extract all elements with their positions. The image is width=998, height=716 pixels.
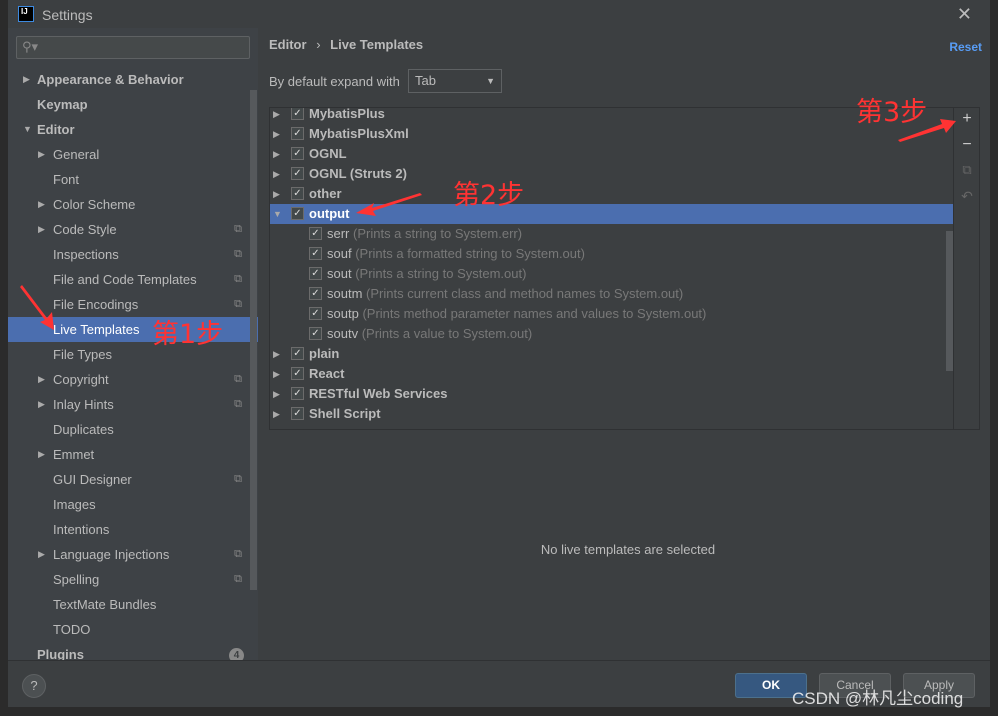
step2-arrow	[356, 193, 422, 216]
annotation-arrows	[20, 119, 956, 330]
step1-arrow	[20, 285, 54, 330]
step2-annotation: 第2步	[453, 180, 525, 211]
step1-annotation: 第1步	[152, 319, 224, 350]
step3-annotation: 第3步	[856, 97, 928, 128]
watermark: CSDN @林凡尘coding	[792, 689, 964, 708]
